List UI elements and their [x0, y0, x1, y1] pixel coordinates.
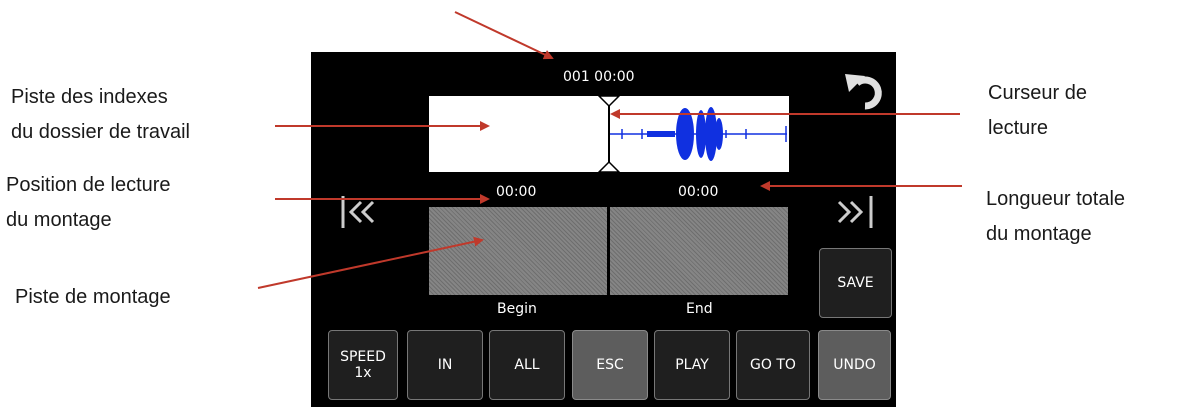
annotation-arrows: [257, 11, 962, 289]
arrow-to-montage-track: [257, 236, 484, 289]
arrow-to-counter: [454, 11, 554, 60]
